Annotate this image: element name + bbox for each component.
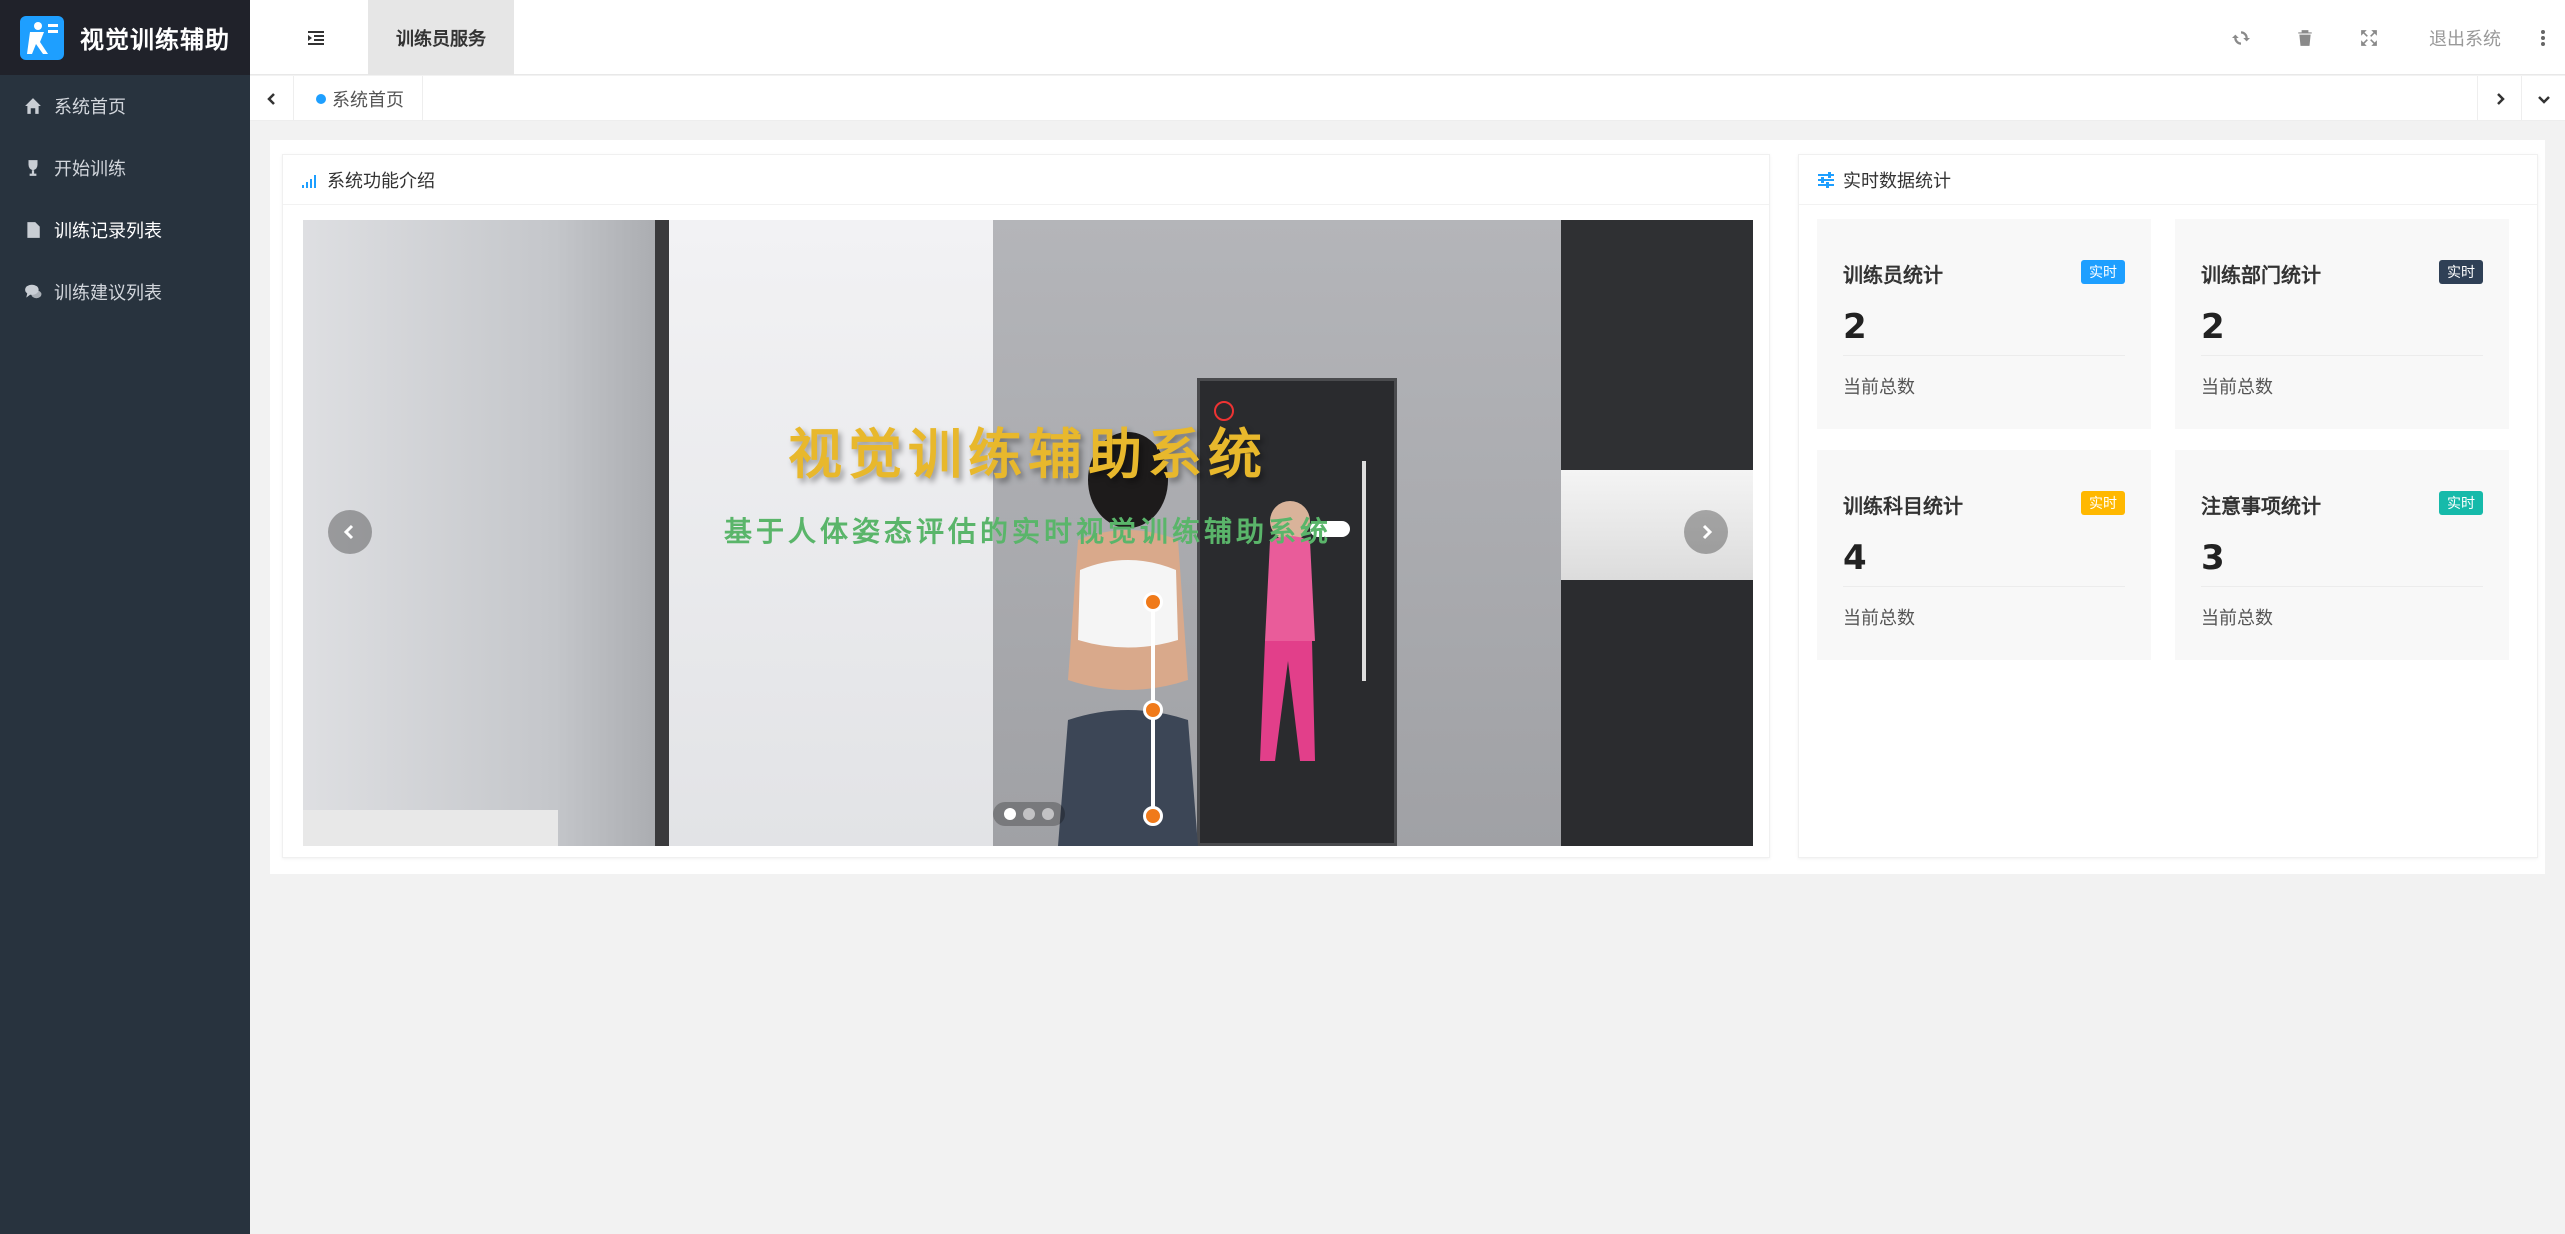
stat-foot: 当前总数 (1843, 377, 1915, 398)
stat-foot: 当前总数 (2201, 377, 2273, 398)
tab-system-home[interactable]: 系统首页 (304, 76, 423, 121)
intro-carousel[interactable]: 视觉训练辅助系统 基于人体姿态评估的实时视觉训练辅助系统 (303, 220, 1753, 846)
stats-card-header: 实时数据统计 (1799, 155, 2537, 205)
tabs-menu-button[interactable] (2521, 76, 2565, 121)
stats-card-title: 实时数据统计 (1843, 170, 1951, 192)
chevron-left-icon (343, 524, 354, 540)
file-icon (24, 221, 42, 239)
stat-title: 训练科目统计 (1843, 494, 1963, 518)
stat-foot: 当前总数 (1843, 608, 1915, 629)
stat-box-subjects[interactable]: 训练科目统计 实时 4 当前总数 (1817, 450, 2151, 660)
sidebar-item-label: 开始训练 (54, 159, 126, 180)
logo-icon (20, 15, 64, 60)
sidebar-item-training-records[interactable]: 训练记录列表 (0, 199, 250, 261)
tab-label: 系统首页 (332, 89, 404, 111)
status-badge: 实时 (2439, 491, 2483, 515)
chevron-down-icon (2537, 95, 2550, 104)
carousel-next-button[interactable] (1684, 510, 1728, 554)
chevron-right-icon (1702, 524, 1713, 540)
carousel-indicator[interactable] (1023, 808, 1035, 820)
more-vertical-icon (2541, 29, 2545, 46)
stat-title: 训练部门统计 (2201, 263, 2321, 287)
header-tools: 退出系统 (2209, 0, 2565, 75)
active-tab-dot (316, 94, 326, 104)
stat-value: 4 (1843, 538, 1867, 578)
chevron-right-icon (2496, 92, 2505, 105)
intro-card-title: 系统功能介绍 (327, 170, 435, 192)
stat-title: 注意事项统计 (2201, 494, 2321, 518)
carousel-sub-text: 基于人体姿态评估的实时视觉训练辅助系统 (723, 515, 1332, 548)
stat-foot: 当前总数 (2201, 608, 2273, 629)
fullscreen-icon (2361, 29, 2377, 46)
stats-card: 实时数据统计 训练员统计 实时 2 当前总数 训练部门统计 实时 2 当前总数 … (1798, 154, 2538, 858)
indent-icon (308, 30, 324, 45)
logout-button[interactable]: 退出系统 (2401, 0, 2521, 75)
stat-box-departments[interactable]: 训练部门统计 实时 2 当前总数 (2175, 219, 2509, 429)
sidebar-item-training-suggestions[interactable]: 训练建议列表 (0, 261, 250, 323)
sidebar-toggle-button[interactable] (296, 0, 336, 75)
comments-icon (24, 283, 42, 301)
intro-card: 系统功能介绍 视觉训练辅助系统 基于人体姿态评估的实时视觉训练辅助系统 (282, 154, 1770, 858)
sidebar-item-start-training[interactable]: 开始训练 (0, 137, 250, 199)
stat-value: 2 (2201, 307, 2225, 347)
carousel-indicators (993, 802, 1065, 826)
main-content: 系统功能介绍 视觉训练辅助系统 基于人体姿态评估的实时视觉训练辅助系统 实时数据… (270, 140, 2545, 874)
divider (2201, 586, 2483, 587)
stat-value: 3 (2201, 538, 2225, 578)
sidebar-item-home[interactable]: 系统首页 (0, 75, 250, 137)
app-title: 视觉训练辅助 (80, 26, 230, 54)
divider (2201, 355, 2483, 356)
nav-tab-trainer-service[interactable]: 训练员服务 (368, 0, 514, 75)
trash-icon (2298, 29, 2312, 46)
stat-box-trainers[interactable]: 训练员统计 实时 2 当前总数 (1817, 219, 2151, 429)
sidebar-item-label: 训练记录列表 (54, 221, 162, 242)
logo[interactable]: 视觉训练辅助 (0, 0, 250, 75)
sliders-icon (1817, 171, 1835, 189)
sidebar-item-label: 训练建议列表 (54, 283, 162, 304)
tabs-scroll-right-button[interactable] (2477, 76, 2521, 121)
stat-value: 2 (1843, 307, 1867, 347)
clear-cache-button[interactable] (2273, 0, 2337, 75)
fullscreen-button[interactable] (2337, 0, 2401, 75)
status-badge: 实时 (2081, 491, 2125, 515)
divider (1843, 355, 2125, 356)
status-badge: 实时 (2439, 260, 2483, 284)
divider (1843, 586, 2125, 587)
sidebar: 视觉训练辅助 系统首页 开始训练 训练记录列表 训练建议列表 (0, 0, 250, 1234)
carousel-indicator[interactable] (1042, 808, 1054, 820)
tabs-scroll-left-button[interactable] (250, 76, 294, 121)
carousel-main-text: 视觉训练辅助系统 (788, 423, 1268, 486)
more-menu-button[interactable] (2521, 0, 2565, 75)
carousel-indicator[interactable] (1004, 808, 1016, 820)
refresh-icon (2232, 30, 2250, 45)
carousel-prev-button[interactable] (328, 510, 372, 554)
status-badge: 实时 (2081, 260, 2125, 284)
trophy-icon (24, 159, 42, 177)
stat-title: 训练员统计 (1843, 263, 1943, 287)
home-icon (24, 97, 42, 115)
signal-icon (301, 171, 319, 189)
sidebar-menu: 系统首页 开始训练 训练记录列表 训练建议列表 (0, 75, 250, 323)
refresh-button[interactable] (2209, 0, 2273, 75)
stat-box-notices[interactable]: 注意事项统计 实时 3 当前总数 (2175, 450, 2509, 660)
intro-card-header: 系统功能介绍 (283, 155, 1769, 205)
sidebar-item-label: 系统首页 (54, 97, 126, 118)
chevron-left-icon (266, 92, 275, 105)
page-tabs-bar: 系统首页 (250, 76, 2565, 121)
top-header: 训练员服务 退出系统 (250, 0, 2565, 75)
